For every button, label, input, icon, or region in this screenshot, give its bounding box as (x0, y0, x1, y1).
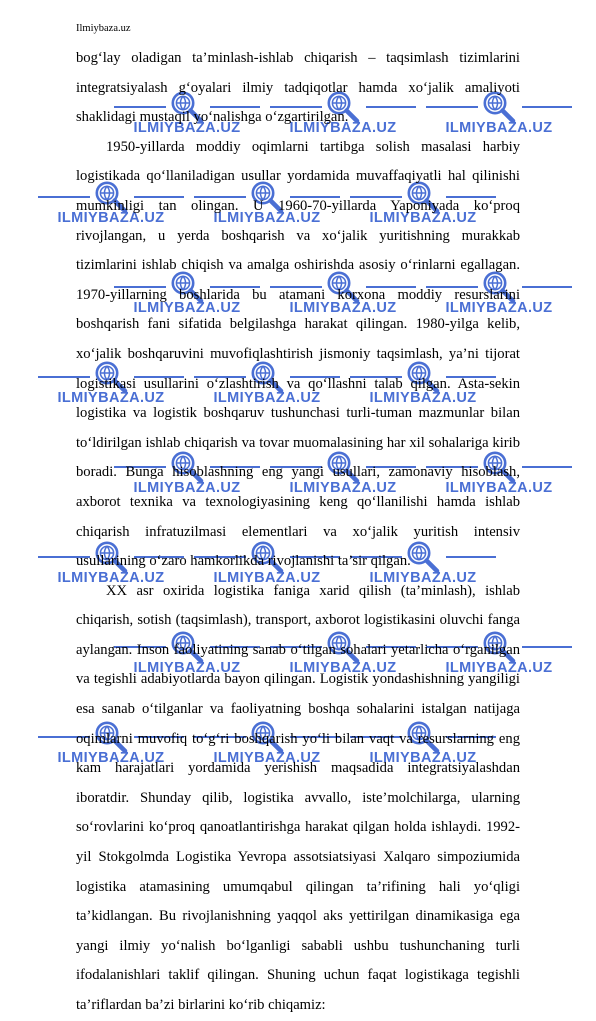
document-text-body: Ilmiybaza.uz bog‘lay oladigan ta’minlash… (76, 22, 520, 1021)
site-tag: Ilmiybaza.uz (76, 23, 131, 34)
document-page: ILMIYBAZA.UZ ILMIYBAZA.UZ ILMIYBAZA.UZ ILMI… (0, 0, 596, 1013)
paragraph-2: 1950-yillarda moddiy oqimlarni tartibga … (76, 138, 520, 570)
paragraph-3: XX asr oxirida logistika faniga xarid qi… (76, 582, 520, 1013)
paragraph-1: bog‘lay oladigan ta’minlash-ishlab chiqa… (76, 50, 520, 126)
